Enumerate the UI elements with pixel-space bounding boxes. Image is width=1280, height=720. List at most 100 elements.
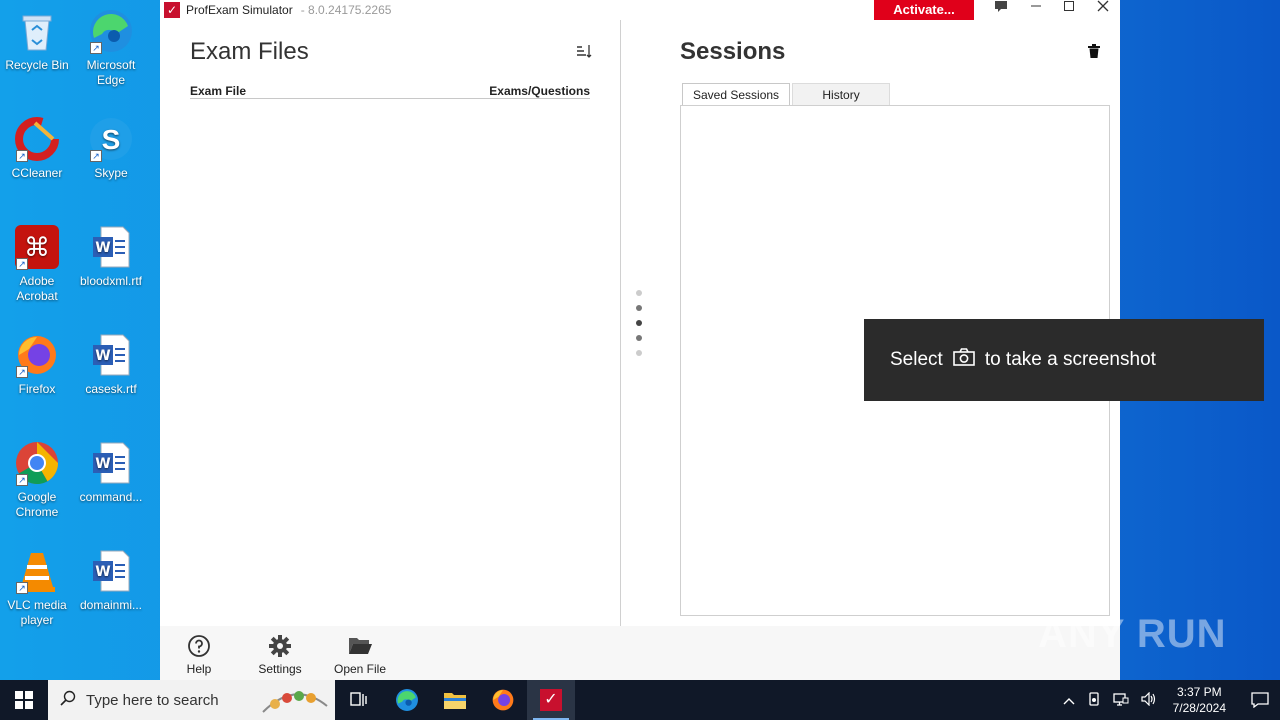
desktop-icon-firefox[interactable]: ↗ Firefox <box>0 332 74 397</box>
desktop-icon-adobe-acrobat[interactable]: ⌘ ↗ Adobe Acrobat <box>0 224 74 304</box>
svg-text:W: W <box>95 564 110 580</box>
screenshot-notification[interactable]: Select to take a screenshot <box>864 319 1264 401</box>
maximize-button[interactable] <box>1052 0 1086 14</box>
search-highlight-icon <box>259 686 331 720</box>
close-button[interactable] <box>1086 0 1120 14</box>
taskbar: Type here to search ✓ 3:37 PM 7/28/2024 <box>0 680 1280 720</box>
search-icon <box>60 690 76 710</box>
sessions-tabs: Saved Sessions History <box>682 83 892 106</box>
chrome-icon: ↗ <box>14 440 60 486</box>
exam-files-title: Exam Files <box>190 38 309 65</box>
toast-rest-text: to take a screenshot <box>984 349 1156 370</box>
windows-icon <box>15 691 33 709</box>
firefox-icon: ↗ <box>14 332 60 378</box>
edge-icon: ↗ <box>88 8 134 54</box>
camera-icon <box>953 348 975 372</box>
desktop-icon-domainmi[interactable]: W domainmi... <box>74 548 148 613</box>
shortcut-arrow-icon: ↗ <box>16 474 28 486</box>
adobe-acrobat-icon: ⌘ ↗ <box>14 224 60 270</box>
desktop-icon-google-chrome[interactable]: ↗ Google Chrome <box>0 440 74 520</box>
desktop-icon-label: Adobe Acrobat <box>16 274 58 303</box>
taskbar-edge-icon[interactable] <box>383 680 431 720</box>
feedback-icon[interactable] <box>984 0 1018 14</box>
volume-icon[interactable] <box>1141 691 1157 709</box>
sort-icon[interactable] <box>576 44 592 61</box>
search-placeholder: Type here to search <box>86 691 219 709</box>
taskbar-profexam-icon[interactable]: ✓ <box>527 680 575 720</box>
column-header-exams-questions[interactable]: Exams/Questions <box>489 84 590 98</box>
device-icon[interactable] <box>1087 691 1101 709</box>
settings-label: Settings <box>258 662 302 676</box>
splitter-grip-icon[interactable] <box>636 290 644 365</box>
desktop-icon-label: CCleaner <box>11 166 63 180</box>
toast-select-text: Select <box>890 349 943 370</box>
bottom-toolbar: Help Settings Open File <box>160 626 1120 680</box>
desktop-icon-skype[interactable]: S ↗ Skype <box>74 116 148 181</box>
desktop-icon-microsoft-edge[interactable]: ↗ Microsoft Edge <box>74 8 148 88</box>
folder-open-icon <box>325 634 395 660</box>
minimize-button[interactable] <box>1019 0 1053 14</box>
gear-icon <box>245 634 315 660</box>
word-document-icon: W <box>88 548 134 594</box>
shortcut-arrow-icon: ↗ <box>16 258 28 270</box>
recycle-bin-icon <box>14 8 60 54</box>
anyrun-watermark: ANY RUN <box>1038 612 1227 656</box>
desktop-icon-command[interactable]: W command... <box>74 440 148 505</box>
shortcut-arrow-icon: ↗ <box>90 150 102 162</box>
desktop-icon-label: Google Chrome <box>15 490 59 519</box>
app-logo-icon: ✓ <box>164 2 180 18</box>
open-file-button[interactable]: Open File <box>325 634 395 676</box>
shortcut-arrow-icon: ↗ <box>16 150 28 162</box>
tab-history[interactable]: History <box>792 83 891 106</box>
svg-text:W: W <box>95 456 110 472</box>
desktop-icon-ccleaner[interactable]: ↗ CCleaner <box>0 116 74 181</box>
desktop-icon-label: Microsoft Edge <box>86 58 136 87</box>
exam-files-table-header: Exam File Exams/Questions <box>190 84 590 99</box>
activate-button[interactable]: Activate... <box>874 0 974 20</box>
desktop-icon-label: bloodxml.rtf <box>79 274 143 288</box>
word-document-icon: W <box>88 440 134 486</box>
desktop-icon-recycle-bin[interactable]: Recycle Bin <box>0 8 74 73</box>
shortcut-arrow-icon: ↗ <box>90 42 102 54</box>
word-document-icon: W <box>88 332 134 378</box>
desktop-icon-bloodxml[interactable]: W bloodxml.rtf <box>74 224 148 289</box>
vlc-icon: ↗ <box>14 548 60 594</box>
task-view-icon[interactable] <box>335 680 383 720</box>
desktop-icon-vlc[interactable]: ↗ VLC media player <box>0 548 74 628</box>
svg-text:W: W <box>95 348 110 364</box>
desktop-icon-label: command... <box>79 490 143 504</box>
help-label: Help <box>186 662 212 676</box>
column-header-exam-file[interactable]: Exam File <box>190 84 246 98</box>
desktop-icon-label: casesk.rtf <box>85 382 137 396</box>
chevron-up-icon[interactable] <box>1063 693 1075 708</box>
network-icon[interactable] <box>1112 692 1129 709</box>
pane-splitter[interactable] <box>620 20 621 626</box>
help-button[interactable]: Help <box>164 634 234 676</box>
svg-text:W: W <box>95 240 110 256</box>
desktop-icon-label: Skype <box>94 166 128 180</box>
desktop-icon-label: domainmi... <box>79 598 143 612</box>
clock-date: 7/28/2024 <box>1172 701 1226 715</box>
clock[interactable]: 3:37 PM 7/28/2024 <box>1173 684 1226 716</box>
taskbar-firefox-icon[interactable] <box>479 680 527 720</box>
desktop-icon-label: VLC media player <box>7 598 67 627</box>
help-icon <box>164 634 234 660</box>
tab-saved-sessions[interactable]: Saved Sessions <box>682 83 791 106</box>
system-tray: 3:37 PM 7/28/2024 <box>1057 680 1280 720</box>
taskbar-search-box[interactable]: Type here to search <box>48 680 335 720</box>
file-explorer-icon[interactable] <box>431 680 479 720</box>
desktop-icon-label: Recycle Bin <box>5 58 69 72</box>
ccleaner-icon: ↗ <box>14 116 60 162</box>
clock-time: 3:37 PM <box>1176 685 1222 699</box>
window-title: ProfExam Simulator <box>186 3 293 17</box>
notifications-icon[interactable] <box>1240 692 1280 708</box>
exam-files-pane: Exam Files Exam File Exams/Questions <box>160 20 620 626</box>
skype-icon: S ↗ <box>88 116 134 162</box>
trash-icon[interactable] <box>1088 44 1102 60</box>
shortcut-arrow-icon: ↗ <box>16 366 28 378</box>
start-button[interactable] <box>0 680 48 720</box>
shortcut-arrow-icon: ↗ <box>16 582 28 594</box>
settings-button[interactable]: Settings <box>245 634 315 676</box>
title-bar[interactable]: ✓ ProfExam Simulator - 8.0.24175.2265 Ac… <box>160 0 1120 20</box>
desktop-icon-casesk[interactable]: W casesk.rtf <box>74 332 148 397</box>
